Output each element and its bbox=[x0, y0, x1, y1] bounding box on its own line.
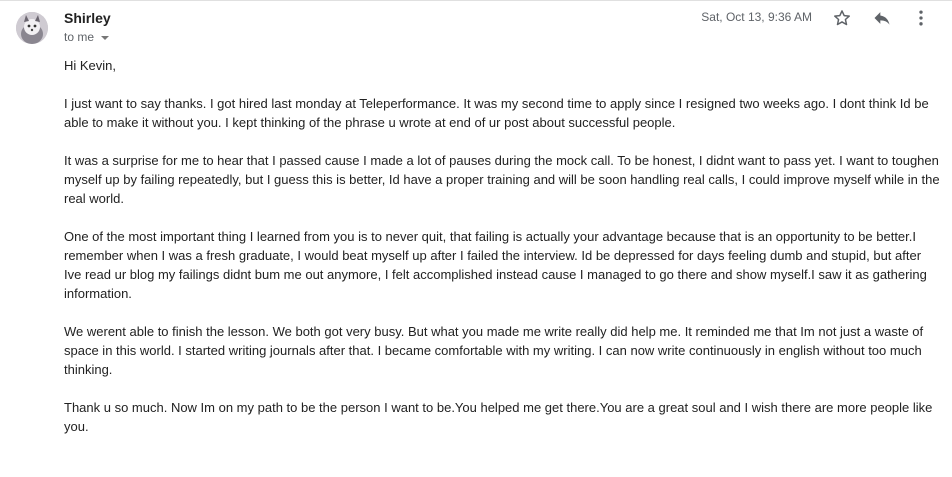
recipient-details-toggle[interactable]: to me bbox=[64, 30, 110, 44]
email-paragraph: I just want to say thanks. I got hired l… bbox=[64, 96, 929, 130]
email-greeting: Hi Kevin, bbox=[64, 58, 117, 73]
reply-icon bbox=[874, 12, 890, 25]
star-button[interactable] bbox=[830, 6, 854, 30]
email-paragraph: One of the most important thing I learne… bbox=[64, 229, 927, 301]
star-icon bbox=[834, 10, 850, 26]
email-paragraph: It was a surprise for me to hear that I … bbox=[64, 153, 940, 206]
email-paragraph: Thank u so much. Now Im on my path to be… bbox=[64, 400, 933, 434]
email-body: Hi Kevin, I just want to say thanks. I g… bbox=[64, 56, 940, 455]
sender-name[interactable]: Shirley bbox=[64, 10, 111, 26]
chevron-down-icon[interactable] bbox=[101, 35, 110, 40]
avatar-photo bbox=[16, 12, 48, 44]
reply-button[interactable] bbox=[870, 6, 894, 30]
email-paragraph: We werent able to finish the lesson. We … bbox=[64, 324, 924, 377]
email-date: Sat, Oct 13, 9:36 AM bbox=[701, 10, 812, 24]
top-divider bbox=[0, 0, 952, 1]
more-options-button[interactable] bbox=[909, 6, 933, 30]
more-vertical-icon bbox=[919, 10, 923, 26]
recipient-label: to me bbox=[64, 30, 95, 44]
avatar[interactable] bbox=[16, 12, 48, 44]
